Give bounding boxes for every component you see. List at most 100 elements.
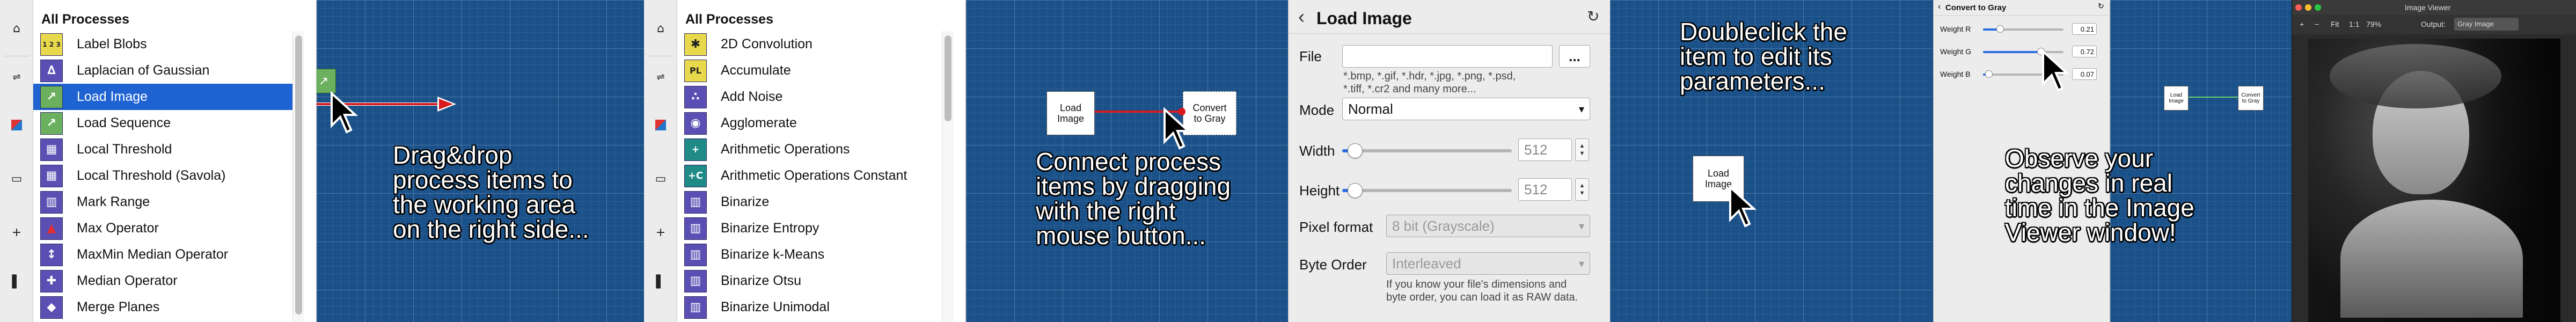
process-item[interactable]: ▥ Binarize Entropy [677,215,936,241]
color-picker-icon[interactable] [9,117,25,133]
zoom-out-button[interactable]: − [2315,20,2319,28]
home-icon[interactable]: ⌂ [653,20,669,36]
zoom-in-button[interactable]: + [2300,20,2304,28]
close-button[interactable] [2295,4,2302,11]
mode-label: Mode [1299,102,1335,118]
toggle-icon[interactable]: ⇌ [9,69,25,85]
node-load-image[interactable]: Load Image [1046,91,1095,135]
frame-icon[interactable]: ▭ [9,171,25,187]
process-label: Local Threshold [77,142,172,157]
process-icon: + [684,138,707,161]
process-label: Label Blobs [77,36,147,52]
color-picker-icon[interactable] [653,117,669,133]
zoom-button[interactable] [2315,4,2321,11]
process-icon: ↕ [40,243,63,266]
align-icon[interactable]: ▌ [9,274,25,290]
process-label: Arithmetic Operations [721,142,850,157]
process-item[interactable]: ✱ 2D Convolution [677,31,936,57]
frame-icon[interactable]: ▭ [653,171,669,187]
process-label: Arithmetic Operations Constant [721,168,908,183]
process-item[interactable]: ▥ Binarize Otsu [677,268,936,294]
height-input[interactable]: 512 [1518,178,1572,201]
process-item[interactable]: ↗ Load Image [33,84,292,110]
process-item[interactable]: ✚ Median Operator [33,268,292,294]
browse-button[interactable]: ... [1559,45,1590,68]
work-area-2[interactable]: Load Image Convert to Gray Connect proce… [966,0,1288,322]
process-icon: ▦ [40,164,63,187]
output-select[interactable]: Gray Image [2454,18,2519,31]
process-item[interactable]: ∴ Add Noise [677,84,936,110]
process-icon: ↗ [40,85,63,108]
reset-icon[interactable]: ↻ [2098,2,2104,11]
width-stepper[interactable]: ▲ ▼ [1575,138,1589,161]
weight-value-input[interactable]: 0.72 [2072,46,2097,57]
viewer-image[interactable] [2308,39,2560,322]
process-item[interactable]: ▥ Binarize [677,189,936,215]
reset-icon[interactable]: ↻ [1587,8,1599,25]
add-icon[interactable]: + [9,224,25,240]
back-icon[interactable]: ‹ [1938,2,1941,12]
byte-order-select[interactable]: Interleaved ▾ [1386,252,1590,275]
work-area-4[interactable]: Doubleclick the item to edit its paramet… [1610,0,1932,322]
weight-value-input[interactable]: 0.07 [2072,68,2097,80]
process-icon: ▥ [40,191,63,214]
scrollbar[interactable] [942,31,954,322]
slider-handle[interactable] [1996,25,2004,33]
width-input[interactable]: 512 [1518,138,1572,161]
minimize-button[interactable] [2305,4,2311,11]
slider-handle[interactable] [1985,70,1993,78]
process-item[interactable]: PL Accumulate [677,57,936,84]
node-load-image[interactable]: Load Image [2164,86,2189,111]
process-item[interactable]: ▥ Binarize k-Means [677,241,936,268]
slider-handle[interactable] [1348,183,1363,198]
height-slider[interactable] [1342,183,1512,198]
process-icon: ▥ [684,243,707,266]
weight-label: Weight R [1940,25,1971,33]
process-item[interactable]: 1 2 3 Label Blobs [33,31,292,57]
width-slider[interactable] [1342,143,1512,158]
back-icon[interactable]: ‹ [1298,5,1305,28]
toggle-icon[interactable]: ⇌ [653,69,669,85]
add-icon[interactable]: + [653,224,669,240]
chevron-down-icon: ▾ [1578,258,1584,270]
process-item[interactable]: ↗ Load Sequence [33,110,292,136]
home-icon[interactable]: ⌂ [9,20,25,36]
weight-value-input[interactable]: 0.21 [2072,23,2097,35]
process-label: Merge Planes [77,299,160,314]
annotation-line: parameters... [1680,67,1825,95]
process-item[interactable]: ◉ Agglomerate [677,110,936,136]
process-item[interactable]: + Arithmetic Operations [677,136,936,163]
weight-slider[interactable] [1983,25,2063,33]
file-path-input[interactable] [1342,45,1553,68]
process-item[interactable]: ▦ Local Threshold [33,136,292,163]
process-icon: ◉ [684,112,707,135]
properties-panel: ‹ Load Image ↻ File ... *.bmp, *.gif, *.… [1288,0,1611,322]
slider-handle[interactable] [1348,143,1363,158]
process-item[interactable]: ▦ Local Threshold (Savola) [33,163,292,189]
instruction-text-2: Connect process items by dragging with t… [1036,149,1231,248]
node-label: Convert to Gray [2241,92,2260,104]
node-convert-to-gray[interactable]: Convert to Gray [2238,86,2264,111]
scrollbar[interactable] [292,31,304,322]
zoom-fit-button[interactable]: Fit [2331,20,2339,28]
process-icon: ▥ [684,269,707,292]
work-area-1[interactable]: ↗ Drag&drop process items to the working… [317,0,644,322]
align-icon[interactable]: ▌ [653,274,669,290]
process-item[interactable]: ↕ MaxMin Median Operator [33,241,292,268]
process-label: Binarize Entropy [721,221,819,236]
process-item[interactable]: +C Arithmetic Operations Constant [677,163,936,189]
pixel-format-value: 8 bit (Grayscale) [1392,217,1495,234]
process-item[interactable]: ▥ Binarize Unimodal [677,294,936,320]
process-item[interactable]: ∆ Laplacian of Gaussian [33,57,292,84]
height-stepper[interactable]: ▲ ▼ [1575,178,1589,201]
process-icon: ↗ [40,112,63,135]
process-item[interactable]: ▥ Mark Range [33,189,292,215]
process-item[interactable]: ◆ Merge Planes [33,294,292,320]
process-icon: ∴ [684,85,707,108]
mode-select[interactable]: Normal ▾ [1342,98,1590,120]
raw-data-hint: If you know your file's dimensions and b… [1386,278,1578,304]
process-icon: +C [684,164,707,187]
pixel-format-select[interactable]: 8 bit (Grayscale) ▾ [1386,215,1590,237]
zoom-actual-button[interactable]: 1:1 [2349,20,2359,28]
process-item[interactable]: ▲ Max Operator [33,215,292,241]
